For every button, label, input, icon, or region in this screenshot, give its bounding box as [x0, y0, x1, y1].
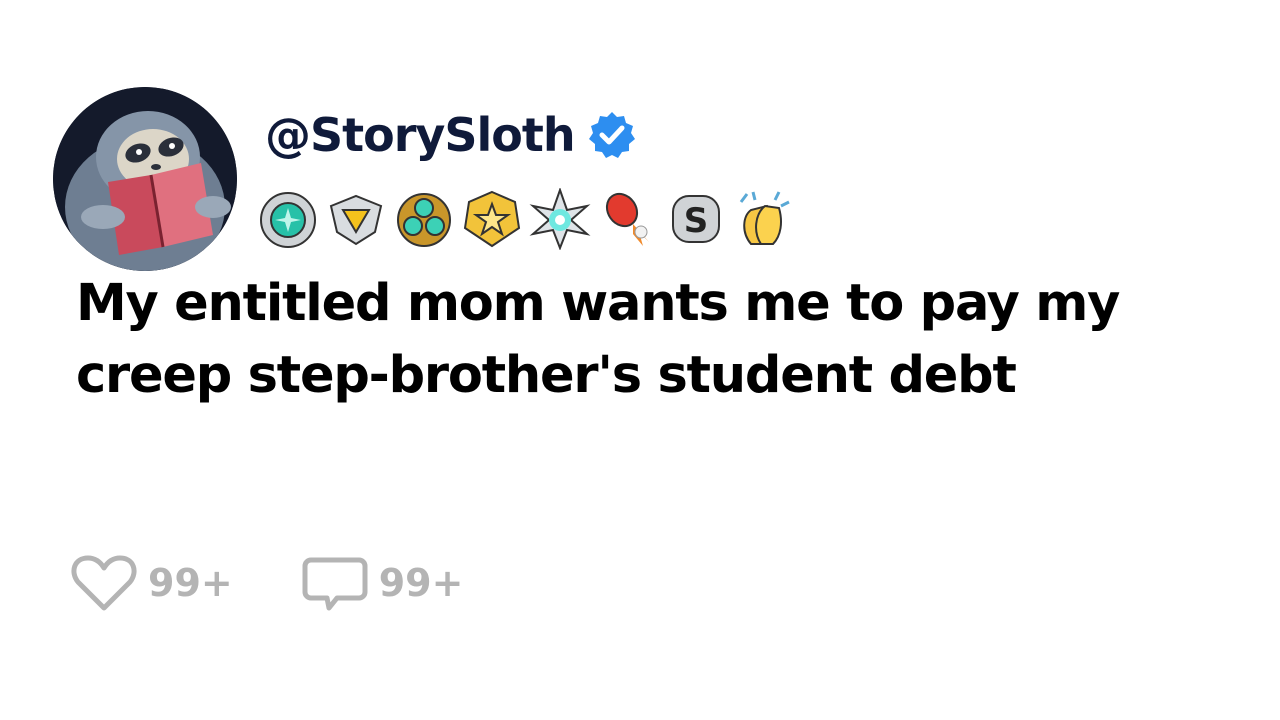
comment-button[interactable]: 99+ — [301, 552, 464, 614]
likes-count: 99+ — [148, 561, 233, 605]
clapping-hands-icon[interactable] — [733, 188, 795, 250]
username-row: @StorySloth — [265, 100, 637, 170]
gold-heart-shield-icon[interactable] — [325, 188, 387, 250]
sloth-reading-icon — [53, 87, 237, 271]
comments-count: 99+ — [378, 561, 464, 605]
tri-gem-crest-icon[interactable] — [393, 188, 455, 250]
silver-s-token-icon[interactable]: S — [665, 188, 727, 250]
rocket-launch-icon[interactable] — [597, 188, 659, 250]
verified-check-icon — [588, 112, 635, 158]
teal-gem-medal-icon[interactable] — [257, 188, 319, 250]
comment-bubble-icon — [302, 557, 368, 611]
crystal-burst-icon[interactable] — [529, 188, 591, 250]
like-button[interactable]: 99+ — [70, 552, 233, 614]
username[interactable]: @StorySloth — [265, 108, 576, 162]
heart-icon — [71, 555, 137, 611]
avatar[interactable] — [53, 87, 237, 271]
post-title[interactable]: My entitled mom wants me to pay my creep… — [76, 268, 1226, 412]
post-card: @StorySloth S My entitled mom wants me t… — [0, 0, 1280, 720]
badge-row: S — [257, 188, 795, 250]
post-actions: 99+ 99+ — [70, 552, 531, 614]
svg-text:S: S — [684, 201, 709, 241]
gold-star-badge-icon[interactable] — [461, 188, 523, 250]
